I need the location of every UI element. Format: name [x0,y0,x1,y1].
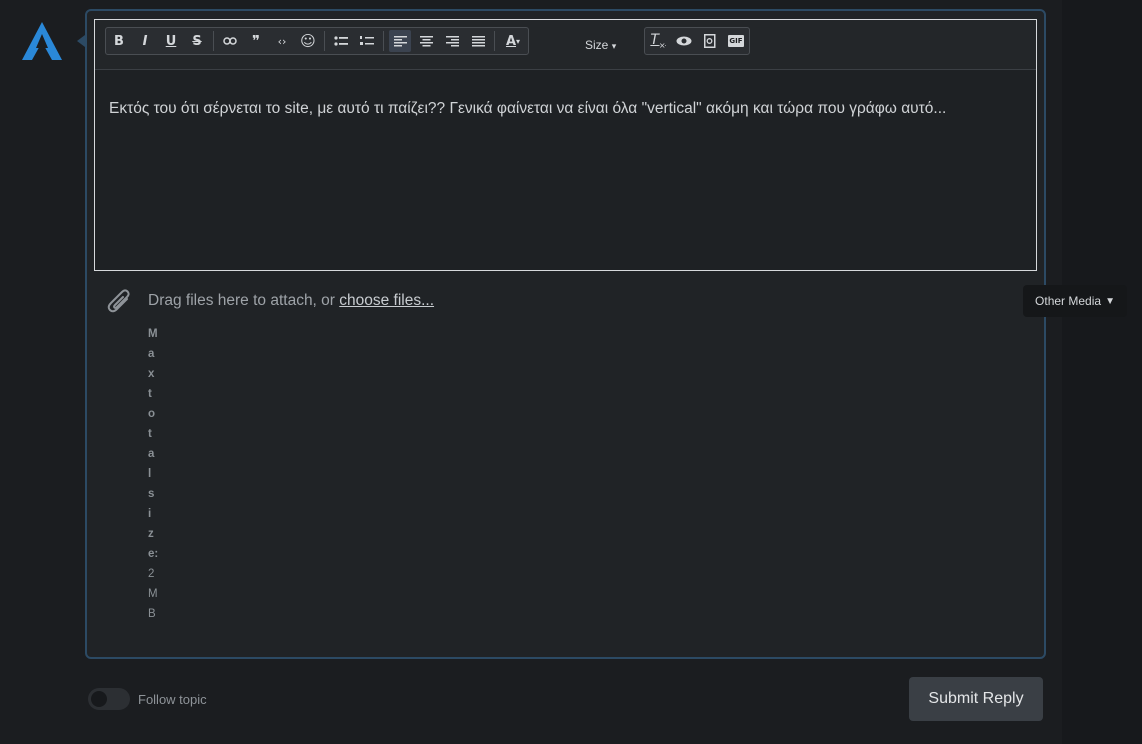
reply-editor: B I U S ❞ ‹› ☺ A ▾ Size ▾ T× GIF Εκτός τ… [85,9,1046,659]
numbered-list-button[interactable] [356,30,378,52]
bullet-list-icon [334,36,348,46]
justify-icon [471,35,485,46]
document-search-icon [704,34,716,48]
justify-button[interactable] [467,30,489,52]
size-label: Size [585,38,609,52]
smiley-icon: ☺ [300,32,316,50]
code-button[interactable]: ‹› [271,30,293,52]
editor-content[interactable]: Εκτός του ότι σέρνεται το site, με αυτό … [109,100,946,118]
attach-drag-text: Drag files here to attach, or [148,292,340,309]
align-left-icon [393,35,407,46]
italic-button[interactable]: I [134,30,156,52]
eye-icon [676,36,692,46]
toggle-knob [91,691,107,707]
bold-button[interactable]: B [108,30,130,52]
arch-logo-icon [22,22,62,60]
toolbar-separator [494,31,495,51]
editor-toolbar: B I U S ❞ ‹› ☺ A ▾ Size ▾ T× GIF [95,20,1036,70]
follow-topic-label: Follow topic [138,691,207,707]
max-size-value: 2MB [148,568,158,620]
size-dropdown[interactable]: Size ▾ [585,38,616,52]
caret-down-icon: ▼ [1105,295,1115,307]
toolbar-separator [213,31,214,51]
emoji-button[interactable]: ☺ [297,30,319,52]
toolbar-separator [383,31,384,51]
text-color-icon: A [505,33,517,49]
clear-format-button[interactable]: T× [647,30,669,52]
code-icon: ‹› [277,34,287,48]
attach-dropzone[interactable]: Drag files here to attach, or choose fil… [148,292,434,310]
preview-button[interactable] [673,30,695,52]
link-button[interactable] [219,30,241,52]
follow-topic: Follow topic [88,688,207,710]
align-left-button[interactable] [389,30,411,52]
max-size-note: Max total size: 2MB [148,324,159,624]
follow-topic-toggle[interactable] [88,688,130,710]
max-size-label: Max total size: [148,328,159,560]
bullet-list-button[interactable] [330,30,352,52]
text-color-button[interactable]: A ▾ [500,30,526,52]
editor-box: B I U S ❞ ‹› ☺ A ▾ Size ▾ T× GIF Εκτός τ… [94,19,1037,271]
underline-button[interactable]: U [160,30,182,52]
align-center-button[interactable] [415,30,437,52]
other-media-label: Other Media [1035,294,1102,308]
avatar-pointer [77,35,85,47]
align-center-icon [419,35,433,46]
toolbar-separator [324,31,325,51]
other-media-button[interactable]: Other Media ▼ [1023,285,1127,317]
clear-format-icon: T× [650,32,666,50]
strikethrough-button[interactable]: S [186,30,208,52]
template-button[interactable] [699,30,721,52]
paperclip-icon [107,289,130,313]
quote-button[interactable]: ❞ [245,30,267,52]
link-icon [223,37,237,45]
gif-button[interactable]: GIF [725,30,747,52]
submit-reply-button[interactable]: Submit Reply [909,677,1043,721]
quote-icon: ❞ [251,32,261,50]
align-right-icon [445,35,459,46]
choose-files-link[interactable]: choose files... [339,292,434,309]
numbered-list-icon [360,36,374,45]
caret-down-icon: ▾ [516,36,521,46]
toolbar-group-tools: T× GIF [644,27,750,55]
align-right-button[interactable] [441,30,463,52]
toolbar-group-format: B I U S ❞ ‹› ☺ A ▾ [105,27,529,55]
caret-down-icon: ▾ [611,41,617,51]
gif-icon: GIF [728,35,744,47]
